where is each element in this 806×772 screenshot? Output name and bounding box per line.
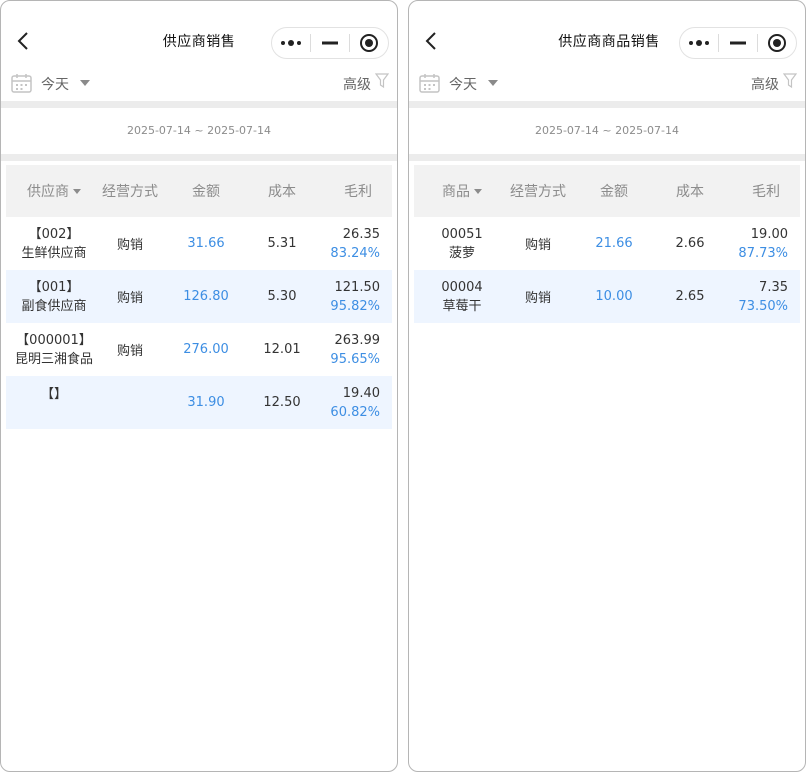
amount-cell[interactable]: 31.66 — [158, 236, 254, 251]
mode-cell: 购销 — [116, 344, 143, 359]
cost-cell: 12.50 — [263, 395, 301, 410]
header-profit: 毛利 — [344, 184, 372, 200]
more-dots-icon — [281, 40, 301, 46]
mode-cell: 购销 — [524, 291, 551, 306]
table-row[interactable]: 00004 草莓干 购销 10.00 2.65 7.35 73.50% — [414, 270, 800, 323]
header-amount: 金额 — [600, 184, 628, 200]
close-button[interactable] — [350, 28, 388, 58]
more-dots-icon — [689, 40, 709, 46]
period-select[interactable]: 今天 — [449, 74, 477, 94]
amount-cell[interactable]: 10.00 — [566, 289, 662, 304]
cost-cell: 2.65 — [675, 289, 705, 304]
mini-program-capsule — [679, 27, 797, 59]
advanced-filter-button[interactable]: 高级 — [751, 74, 779, 94]
minimize-button[interactable] — [719, 28, 757, 58]
divider — [1, 101, 397, 108]
header-cost: 成本 — [268, 184, 296, 200]
product-sales-table: 商品 经营方式 金额 成本 毛利 00051 菠萝 购销 21.66 2.66 1… — [414, 165, 800, 323]
minimize-icon — [730, 41, 746, 45]
close-target-icon — [360, 34, 378, 52]
divider — [409, 154, 805, 161]
header-profit: 毛利 — [752, 184, 780, 200]
table-row[interactable]: 【】 31.90 12.50 19.40 60.82% — [6, 376, 392, 429]
profit-cell: 26.35 83.24% — [330, 226, 380, 261]
profit-cell: 121.50 95.82% — [330, 279, 380, 314]
profit-cell: 19.00 87.73% — [738, 226, 788, 261]
minimize-button[interactable] — [311, 28, 349, 58]
profit-cell: 263.99 95.65% — [330, 332, 380, 367]
mode-cell: 购销 — [116, 238, 143, 253]
divider — [409, 101, 805, 108]
header-supplier[interactable]: 供应商 — [6, 181, 102, 201]
table-row[interactable]: 【002】 生鲜供应商 购销 31.66 5.31 26.35 83.24% — [6, 217, 392, 270]
date-range: 2025-07-14 ~ 2025-07-14 — [126, 124, 272, 137]
advanced-filter-button[interactable]: 高级 — [343, 74, 371, 94]
more-button[interactable] — [680, 28, 718, 58]
amount-cell[interactable]: 21.66 — [566, 236, 662, 251]
cost-cell: 2.66 — [675, 236, 705, 251]
cost-cell: 5.30 — [267, 289, 297, 304]
amount-cell[interactable]: 31.90 — [158, 395, 254, 410]
divider — [1, 154, 397, 161]
profit-cell: 19.40 60.82% — [330, 385, 380, 420]
filter-funnel-icon[interactable] — [375, 73, 389, 89]
supplier-sales-table: 供应商 经营方式 金额 成本 毛利 【002】 生鲜供应商 购销 31.66 5.… — [6, 165, 392, 429]
table-row[interactable]: 【000001】 昆明三湘食品 购销 276.00 12.01 263.99 95.… — [6, 323, 392, 376]
close-target-icon — [768, 34, 786, 52]
profit-cell: 7.35 73.50% — [738, 279, 788, 314]
cost-cell: 12.01 — [263, 342, 301, 357]
nav-bar: 供应商商品销售 — [409, 1, 805, 75]
dropdown-caret-icon[interactable] — [488, 80, 498, 86]
supplier-cell: 【002】 生鲜供应商 — [21, 226, 87, 261]
table-header: 商品 经营方式 金额 成本 毛利 — [414, 165, 800, 217]
date-range: 2025-07-14 ~ 2025-07-14 — [534, 124, 680, 137]
filter-bar: 今天 高级 — [1, 69, 397, 99]
sort-caret-icon — [474, 188, 482, 194]
dropdown-caret-icon[interactable] — [80, 80, 90, 86]
mode-cell: 购销 — [524, 238, 551, 253]
amount-cell[interactable]: 126.80 — [158, 289, 254, 304]
supplier-sales-screen: 供应商销售 今天 高级 2025-07-14 ~ 2025-07-14 供应商 … — [0, 0, 398, 772]
filter-funnel-icon[interactable] — [783, 73, 797, 89]
mode-cell: 购销 — [116, 291, 143, 306]
table-row[interactable]: 【001】 副食供应商 购销 126.80 5.30 121.50 95.82% — [6, 270, 392, 323]
period-select[interactable]: 今天 — [41, 74, 69, 94]
cost-cell: 5.31 — [267, 236, 297, 251]
filter-bar: 今天 高级 — [409, 69, 805, 99]
supplier-cell: 【001】 副食供应商 — [21, 279, 87, 314]
table-row[interactable]: 00051 菠萝 购销 21.66 2.66 19.00 87.73% — [414, 217, 800, 270]
minimize-icon — [322, 41, 338, 45]
sort-caret-icon — [73, 188, 81, 194]
header-mode: 经营方式 — [510, 184, 566, 200]
supplier-cell: 【000001】 昆明三湘食品 — [14, 332, 93, 367]
product-cell: 00051 菠萝 — [441, 226, 483, 261]
product-cell: 00004 草莓干 — [441, 279, 483, 314]
nav-bar: 供应商销售 — [1, 1, 397, 75]
more-button[interactable] — [272, 28, 310, 58]
calendar-icon[interactable] — [419, 73, 440, 93]
close-button[interactable] — [758, 28, 796, 58]
header-product[interactable]: 商品 — [414, 181, 510, 201]
header-amount: 金额 — [192, 184, 220, 200]
table-header: 供应商 经营方式 金额 成本 毛利 — [6, 165, 392, 217]
supplier-product-sales-screen: 供应商商品销售 今天 高级 2025-07-14 ~ 2025-07-14 商品… — [408, 0, 806, 772]
supplier-cell: 【】 — [40, 387, 67, 402]
calendar-icon[interactable] — [11, 73, 32, 93]
header-cost: 成本 — [676, 184, 704, 200]
mini-program-capsule — [271, 27, 389, 59]
header-mode: 经营方式 — [102, 184, 158, 200]
amount-cell[interactable]: 276.00 — [158, 342, 254, 357]
